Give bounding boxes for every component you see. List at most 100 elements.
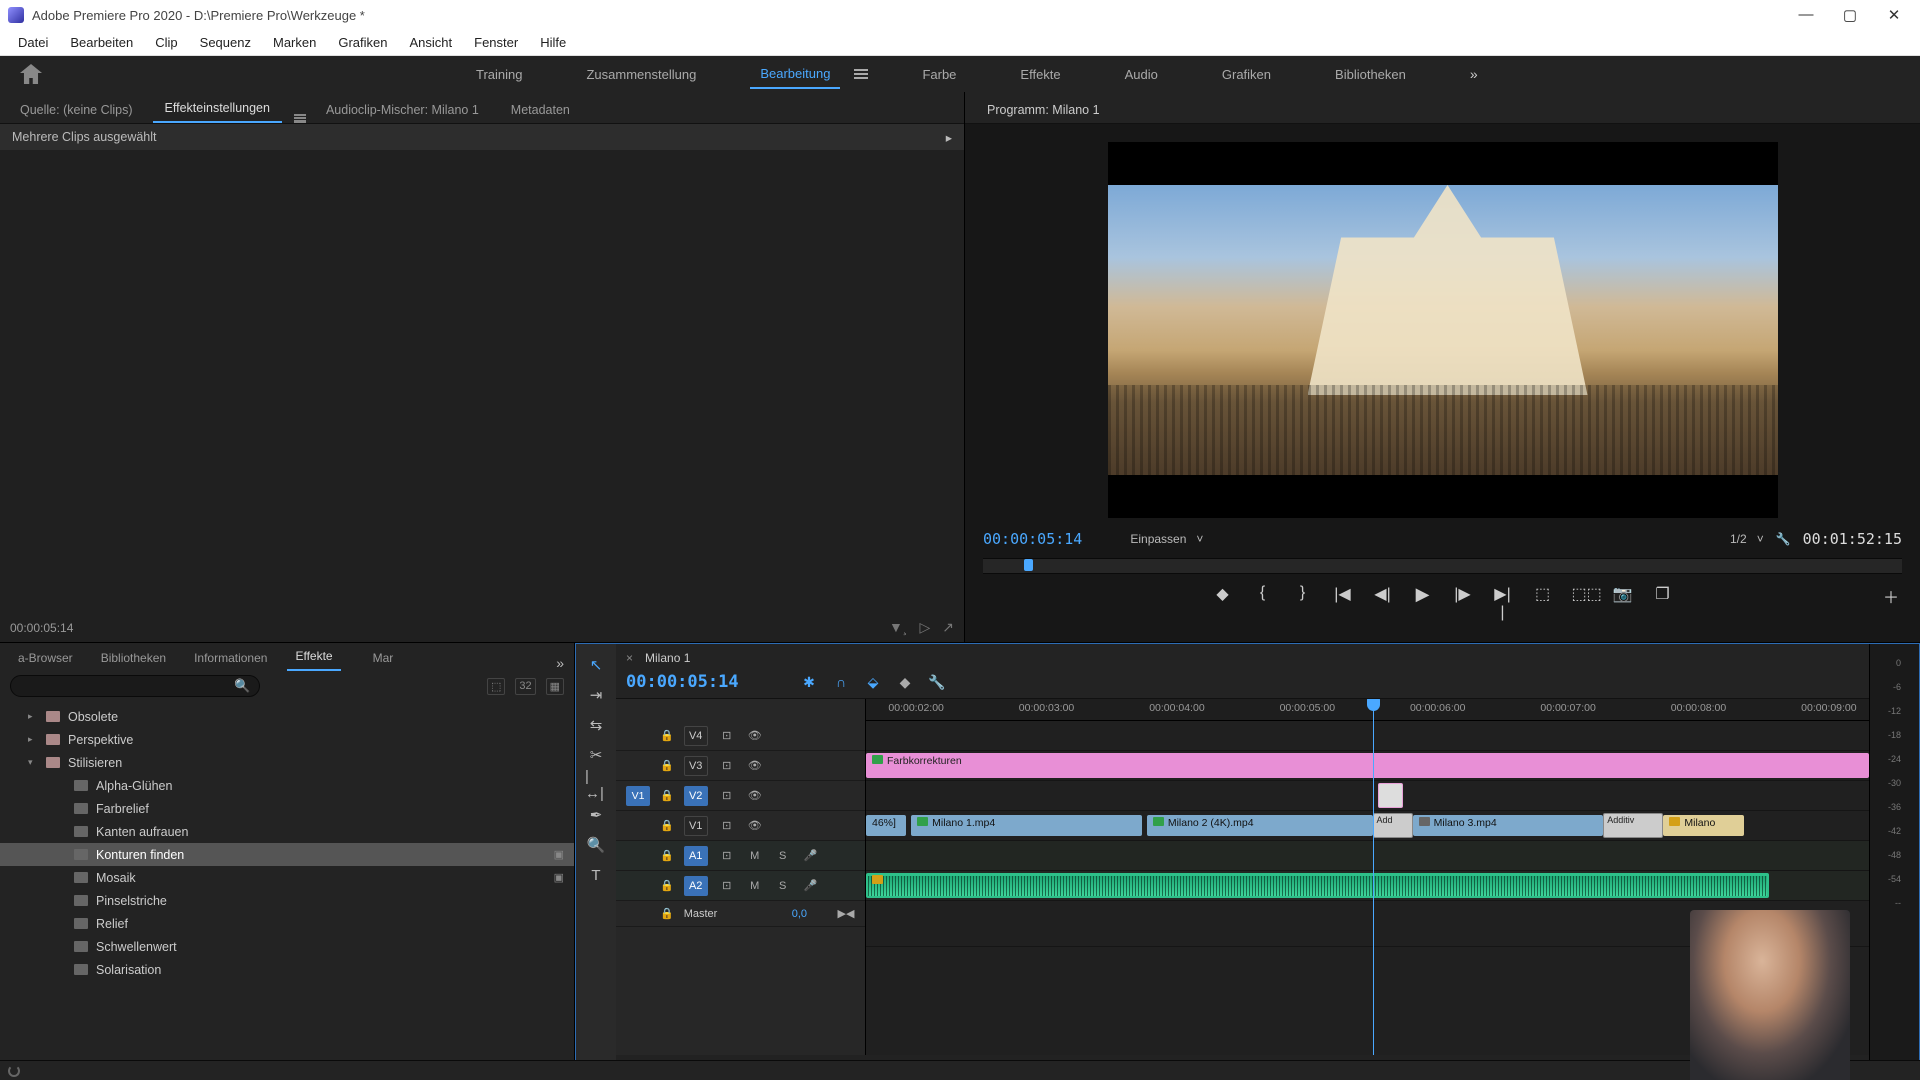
workspace-bearbeitung[interactable]: Bearbeitung xyxy=(750,60,840,89)
clip-pre[interactable]: 46%] xyxy=(866,815,906,836)
clip-milano4[interactable]: Milano xyxy=(1663,815,1743,836)
selection-tool[interactable]: ↖ xyxy=(585,654,607,676)
eye-icon[interactable]: 👁 xyxy=(746,789,764,802)
sequence-name[interactable]: Milano 1 xyxy=(645,651,690,665)
yuv-filter-icon[interactable]: ▦ xyxy=(546,678,564,695)
workspace-farbe[interactable]: Farbe xyxy=(912,61,966,88)
tab-effects[interactable]: Effekte xyxy=(287,643,340,671)
effect-kanten-aufrauen[interactable]: Kanten aufrauen xyxy=(0,820,574,843)
clip-v2-small[interactable] xyxy=(1378,783,1403,808)
clip-milano3[interactable]: Milano 3.mp4 xyxy=(1413,815,1604,836)
effect-konturen-finden[interactable]: Konturen finden▣ xyxy=(0,843,574,866)
mark-out-button[interactable]: } xyxy=(1292,584,1314,602)
menu-hilfe[interactable]: Hilfe xyxy=(532,32,574,53)
add-marker-tl[interactable]: ⬙ xyxy=(864,674,882,691)
track-select-tool[interactable]: ⇥ xyxy=(585,684,607,706)
play-button[interactable]: ▶ xyxy=(1412,584,1434,602)
effects-search-input[interactable] xyxy=(10,675,260,697)
filter-icon[interactable]: ▼¸ xyxy=(889,619,908,636)
track-v2[interactable] xyxy=(866,781,1869,811)
mute-toggle[interactable]: M xyxy=(746,880,764,892)
lock-icon[interactable]: 🔒 xyxy=(660,907,674,920)
sync-lock-icon[interactable]: ⊡ xyxy=(718,759,736,772)
eye-icon[interactable]: 👁 xyxy=(746,759,764,772)
program-resolution-select[interactable]: 1/2 ˅ xyxy=(1730,532,1764,546)
track-a1[interactable] xyxy=(866,841,1869,871)
lock-icon[interactable]: 🔒 xyxy=(660,729,674,742)
pen-tool[interactable]: ✒ xyxy=(585,804,607,826)
clip-milano1[interactable]: Milano 1.mp4 xyxy=(911,815,1142,836)
effect-alpha-gluehen[interactable]: Alpha-Glühen xyxy=(0,774,574,797)
maximize-button[interactable]: ▢ xyxy=(1840,6,1860,24)
tab-info[interactable]: Informationen xyxy=(186,645,275,671)
workspace-audio[interactable]: Audio xyxy=(1115,61,1168,88)
track-header-v4[interactable]: 🔒V4⊡👁 xyxy=(616,721,865,751)
eye-icon[interactable]: 👁 xyxy=(746,729,764,742)
track-header-v3[interactable]: 🔒V3⊡👁 xyxy=(616,751,865,781)
linked-selection-toggle[interactable]: ∩ xyxy=(832,674,850,690)
transition-additiv[interactable]: Additiv xyxy=(1603,813,1663,838)
home-icon[interactable] xyxy=(20,64,42,84)
tab-audio-mixer[interactable]: Audioclip-Mischer: Milano 1 xyxy=(314,95,491,123)
voice-over-icon[interactable]: 🎤 xyxy=(802,849,820,862)
folder-obsolete[interactable]: Obsolete xyxy=(0,705,574,728)
close-button[interactable]: ✕ xyxy=(1884,6,1904,24)
effect-farbrelief[interactable]: Farbrelief xyxy=(0,797,574,820)
sync-status-icon[interactable] xyxy=(8,1065,20,1077)
razor-tool[interactable]: ✂ xyxy=(585,744,607,766)
minimize-button[interactable]: — xyxy=(1796,6,1816,24)
clip-farbkorrekturen[interactable]: Farbkorrekturen xyxy=(866,753,1869,778)
workspace-grafiken[interactable]: Grafiken xyxy=(1212,61,1281,88)
program-zoom-select[interactable]: Einpassen ˅ xyxy=(1130,532,1203,546)
effect-schwellenwert[interactable]: Schwellenwert xyxy=(0,935,574,958)
transition-add[interactable]: Add xyxy=(1373,813,1413,838)
voice-over-icon[interactable]: 🎤 xyxy=(802,879,820,892)
program-scrub-bar[interactable] xyxy=(983,558,1902,574)
timeline-timecode[interactable]: 00:00:05:14 xyxy=(626,672,786,692)
extract-button[interactable]: ⬚⬚ xyxy=(1572,584,1594,602)
program-scrub-playhead[interactable] xyxy=(1024,559,1033,571)
comparison-view-button[interactable]: ❐ xyxy=(1652,584,1674,602)
master-meter-icon[interactable]: ▶◀ xyxy=(837,907,855,920)
step-forward-button[interactable]: |▶ xyxy=(1452,584,1474,602)
menu-ansicht[interactable]: Ansicht xyxy=(401,32,460,53)
mute-toggle[interactable]: M xyxy=(746,850,764,862)
track-v1[interactable]: 46%] Milano 1.mp4 Milano 2 (4K).mp4 Add … xyxy=(866,811,1869,841)
lift-button[interactable]: ⬚ xyxy=(1532,584,1554,602)
menu-sequenz[interactable]: Sequenz xyxy=(192,32,259,53)
sync-lock-icon[interactable]: ⊡ xyxy=(718,819,736,832)
insert-marker-toggle[interactable]: ◆ xyxy=(896,674,914,691)
fx-settings-icon[interactable]: ↗ xyxy=(942,619,954,636)
tab-media-browser[interactable]: a-Browser xyxy=(10,645,81,671)
menu-marken[interactable]: Marken xyxy=(265,32,324,53)
sync-lock-icon[interactable]: ⊡ xyxy=(718,879,736,892)
effect-mosaik[interactable]: Mosaik▣ xyxy=(0,866,574,889)
tab-source[interactable]: Quelle: (keine Clips) xyxy=(8,95,145,123)
solo-toggle[interactable]: S xyxy=(774,880,792,892)
timeline-playhead[interactable] xyxy=(1373,699,1374,1055)
32bit-filter-icon[interactable]: 32 xyxy=(515,678,535,695)
clip-milano2[interactable]: Milano 2 (4K).mp4 xyxy=(1147,815,1373,836)
panel-menu-icon[interactable] xyxy=(294,114,306,123)
workspace-zusammenstellung[interactable]: Zusammenstellung xyxy=(576,61,706,88)
track-header-v2[interactable]: V1🔒V2⊡👁 xyxy=(616,781,865,811)
menu-fenster[interactable]: Fenster xyxy=(466,32,526,53)
track-v4[interactable] xyxy=(866,721,1869,751)
track-v3[interactable]: Farbkorrekturen xyxy=(866,751,1869,781)
accelerated-filter-icon[interactable]: ⬚ xyxy=(487,678,505,695)
menu-datei[interactable]: Datei xyxy=(10,32,56,53)
go-to-in-button[interactable]: |◀ xyxy=(1332,584,1354,602)
workspace-options-icon[interactable] xyxy=(854,69,868,79)
menu-grafiken[interactable]: Grafiken xyxy=(330,32,395,53)
search-icon[interactable]: 🔍 xyxy=(234,678,250,694)
timeline-settings-icon[interactable]: 🔧 xyxy=(928,674,946,691)
folder-perspektive[interactable]: Perspektive xyxy=(0,728,574,751)
track-a2[interactable] xyxy=(866,871,1869,901)
play-only-icon[interactable]: ▷ xyxy=(919,619,930,636)
add-marker-button[interactable]: ◆ xyxy=(1212,584,1234,602)
effect-controls-timecode[interactable]: 00:00:05:14 xyxy=(10,621,73,635)
clip-audio[interactable] xyxy=(866,873,1769,898)
effect-pinselstriche[interactable]: Pinselstriche xyxy=(0,889,574,912)
workspace-effekte[interactable]: Effekte xyxy=(1010,61,1070,88)
lock-icon[interactable]: 🔒 xyxy=(660,759,674,772)
